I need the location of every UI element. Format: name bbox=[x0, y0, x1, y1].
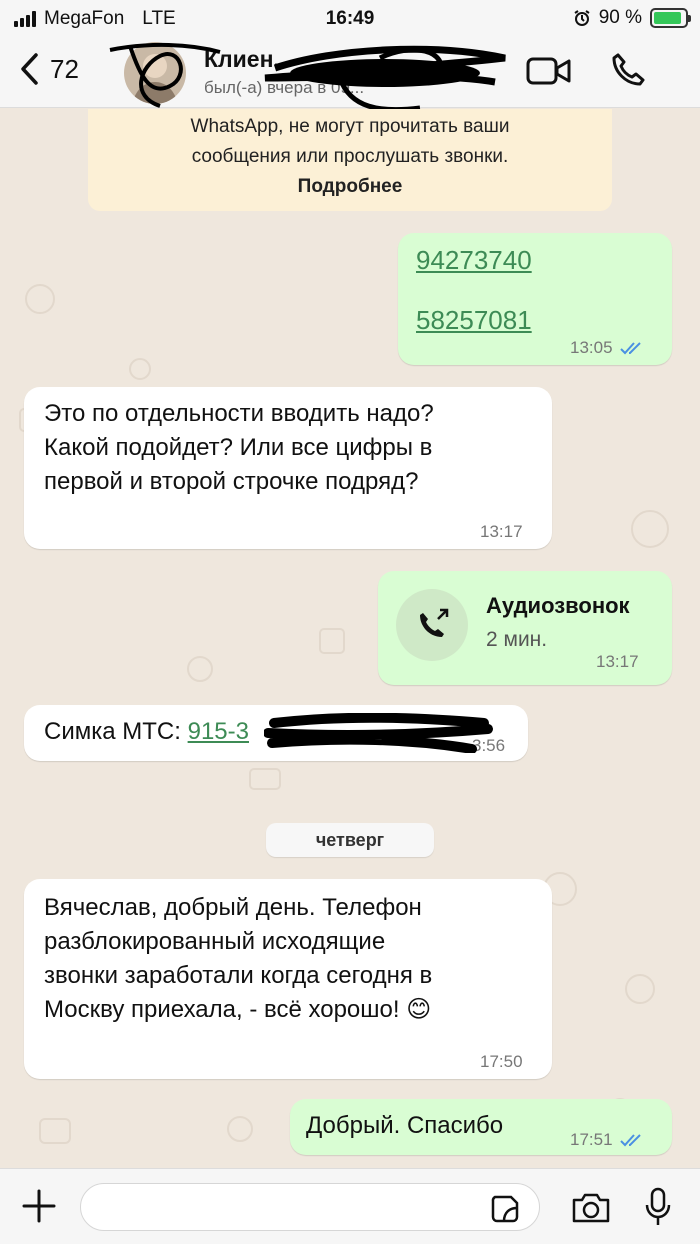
microphone-button[interactable] bbox=[644, 1187, 672, 1232]
outgoing-call-icon bbox=[420, 608, 449, 637]
date-separator: четверг bbox=[266, 823, 434, 857]
phone-link[interactable]: 915-3 bbox=[188, 718, 249, 745]
chat-area[interactable]: WhatsApp, не могут прочитать ваши сообще… bbox=[0, 109, 700, 1168]
status-right: 90 % bbox=[573, 7, 691, 29]
message-line: Москву приехала, - всё хорошо! 😊 bbox=[44, 996, 432, 1023]
battery-percent: 90 % bbox=[598, 7, 642, 28]
call-duration: 2 мин. bbox=[486, 628, 548, 651]
camera-icon bbox=[572, 1193, 610, 1223]
encryption-line-1: WhatsApp, не могут прочитать ваши bbox=[190, 116, 510, 137]
message-bubble-incoming[interactable]: Вячеслав, добрый день. Телефон разблокир… bbox=[24, 879, 552, 1079]
message-time: 17:51 bbox=[570, 1123, 645, 1157]
contact-name[interactable]: Клиен... bbox=[204, 46, 293, 73]
message-time: 13:17 bbox=[596, 645, 639, 679]
message-bubble-incoming[interactable]: Это по отдельности вводить надо? Какой п… bbox=[24, 387, 552, 549]
camera-button[interactable] bbox=[570, 1191, 612, 1230]
message-text: Симка МТС: bbox=[44, 718, 188, 745]
battery-icon bbox=[650, 8, 691, 28]
redaction-scribble bbox=[264, 713, 493, 753]
message-line: Вячеслав, добрый день. Телефон bbox=[44, 894, 422, 921]
chat-header: 72 Клиен... был(-а) вчера в 09... bbox=[0, 38, 700, 113]
message-bubble-outgoing[interactable]: 94273740 58257081 13:05 bbox=[398, 233, 672, 365]
message-time: 13:05 bbox=[570, 331, 645, 365]
message-input-bar bbox=[0, 1168, 700, 1244]
call-bubble-outgoing[interactable]: Аудиозвонок 2 мин. 13:17 bbox=[378, 571, 672, 685]
time-label: 17:50 bbox=[480, 1052, 523, 1071]
call-title: Аудиозвонок bbox=[486, 593, 630, 618]
sticker-icon bbox=[491, 1195, 519, 1223]
chevron-left-icon bbox=[21, 53, 38, 85]
plus-icon bbox=[22, 1189, 56, 1223]
message-link[interactable]: 58257081 bbox=[416, 303, 532, 337]
attach-button[interactable] bbox=[20, 1187, 58, 1230]
message-line: звонки заработали когда сегодня в bbox=[44, 962, 433, 989]
message-line: Симка МТС: 915-3 bbox=[44, 715, 249, 749]
message-input[interactable] bbox=[80, 1183, 540, 1231]
time-label: 17:51 bbox=[570, 1130, 613, 1149]
microphone-icon bbox=[645, 1187, 671, 1225]
read-ticks-icon bbox=[619, 1134, 641, 1147]
avatar[interactable] bbox=[124, 42, 186, 104]
read-ticks-icon bbox=[619, 342, 641, 355]
back-count: 72 bbox=[50, 53, 79, 84]
contact-status: был(-а) вчера в 09... bbox=[204, 78, 365, 97]
voice-call-button[interactable] bbox=[610, 52, 646, 93]
time-label: 13:05 bbox=[570, 338, 613, 357]
sticker-button[interactable] bbox=[490, 1194, 520, 1229]
status-bar: MegaFon LTE 16:49 90 % bbox=[0, 0, 700, 38]
time-label: 13:17 bbox=[480, 522, 523, 541]
message-line: Добрый. Спасибо bbox=[306, 1112, 504, 1139]
message-line: Какой подойдет? Или все цифры в bbox=[44, 434, 433, 461]
more-link[interactable]: Подробнее bbox=[88, 172, 612, 202]
message-time: 17:50 bbox=[480, 1045, 523, 1079]
alarm-icon bbox=[574, 10, 590, 26]
call-icon-circle bbox=[396, 589, 468, 661]
message-bubble-incoming[interactable]: Симка МТС: 915-3 3:56 bbox=[24, 705, 528, 761]
message-line: разблокированный исходящие bbox=[44, 928, 386, 955]
video-call-button[interactable] bbox=[526, 56, 572, 91]
back-button[interactable]: 72 bbox=[18, 52, 79, 86]
message-time: 13:17 bbox=[480, 515, 523, 549]
encryption-line-2: сообщения или прослушать звонки. bbox=[191, 146, 509, 167]
message-link[interactable]: 94273740 bbox=[416, 243, 532, 277]
message-line: первой и второй строчке подряд? bbox=[44, 468, 419, 495]
video-icon bbox=[526, 57, 571, 85]
encryption-notice[interactable]: WhatsApp, не могут прочитать ваши сообще… bbox=[88, 109, 612, 211]
message-bubble-outgoing[interactable]: Добрый. Спасибо 17:51 bbox=[290, 1099, 672, 1155]
time-label: 13:17 bbox=[596, 652, 639, 671]
phone-icon bbox=[612, 53, 645, 86]
message-line: Это по отдельности вводить надо? bbox=[44, 400, 434, 427]
